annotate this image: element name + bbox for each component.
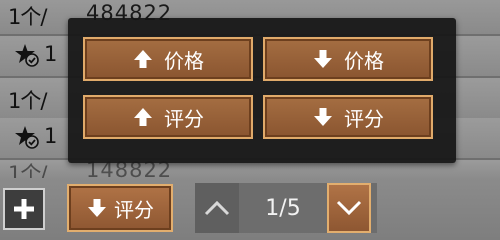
arrow-down-icon xyxy=(314,50,332,68)
star-check-icon xyxy=(15,44,39,67)
chevron-up-icon xyxy=(204,200,230,216)
rating-value: 1 xyxy=(14,124,57,150)
sort-option-label: 评分 xyxy=(344,106,384,131)
rating-text: 1 xyxy=(44,124,58,148)
arrow-down-icon xyxy=(314,108,332,126)
quantity-text: 1个/ xyxy=(8,89,47,113)
page-indicator: 1/5 xyxy=(265,195,301,221)
sort-rating-asc-button[interactable]: 评分 xyxy=(83,95,253,139)
add-button[interactable] xyxy=(3,188,45,230)
sort-popup: 价格 价格 评分 评分 xyxy=(68,18,456,163)
pager: 1/5 xyxy=(195,183,377,233)
sort-option-label: 价格 xyxy=(344,48,384,73)
rating-value: 1 xyxy=(14,42,57,68)
page-prev-button[interactable] xyxy=(195,183,239,233)
quantity-text: 1个/ xyxy=(8,5,47,29)
sort-option-label: 评分 xyxy=(164,106,204,131)
bottom-bar: 评分 1/5 xyxy=(0,178,500,240)
sort-rating-desc-button[interactable]: 评分 xyxy=(263,95,433,139)
page-next-button[interactable] xyxy=(327,183,371,233)
arrow-up-icon xyxy=(134,50,152,68)
current-sort-label: 评分 xyxy=(114,197,154,222)
star-check-icon xyxy=(15,126,39,149)
arrow-up-icon xyxy=(134,108,152,126)
chevron-down-icon xyxy=(336,200,362,216)
sort-toggle-button[interactable]: 评分 xyxy=(67,184,173,232)
sort-option-label: 价格 xyxy=(164,48,204,73)
sort-price-desc-button[interactable]: 价格 xyxy=(263,37,433,81)
arrow-down-icon xyxy=(88,199,106,217)
rating-text: 1 xyxy=(44,42,58,66)
sort-price-asc-button[interactable]: 价格 xyxy=(83,37,253,81)
plus-icon xyxy=(14,199,34,219)
